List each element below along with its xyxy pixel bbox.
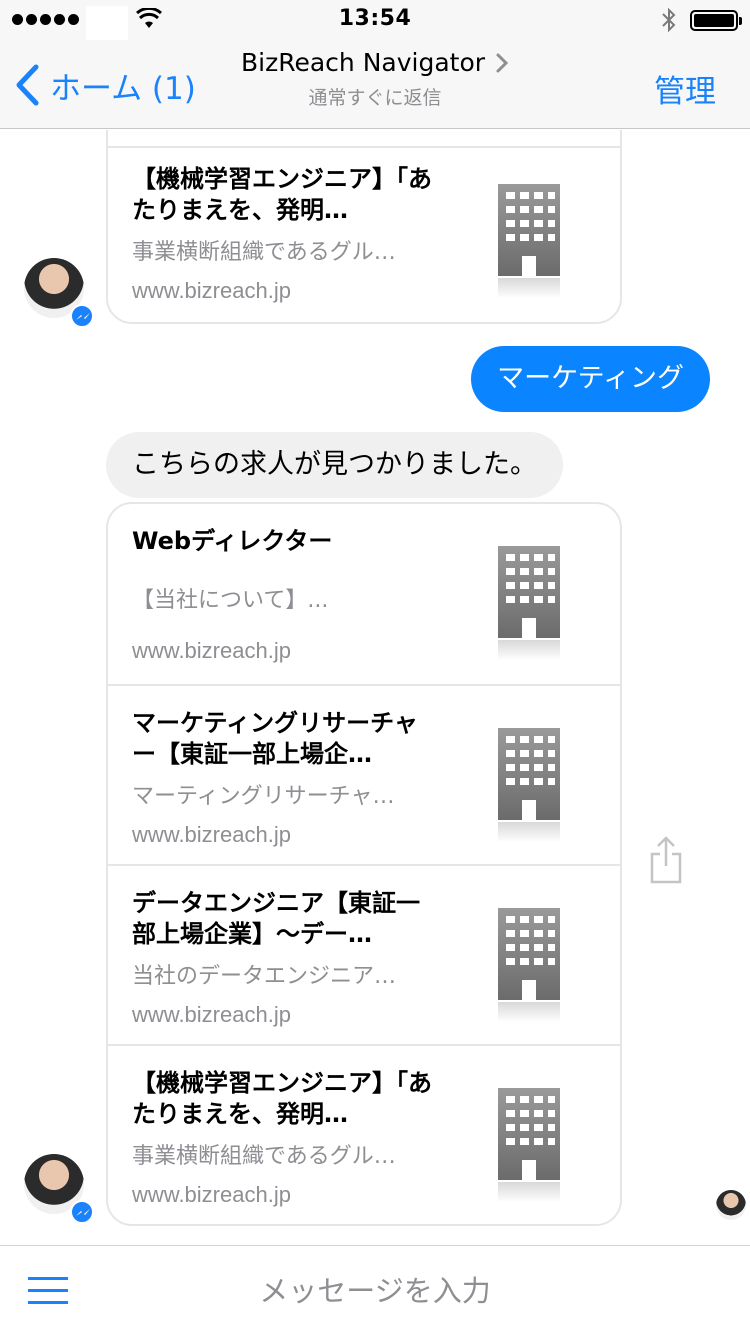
response-time-label: 通常すぐに返信	[308, 87, 442, 109]
job-card-description: 事業横断組織であるグル…	[132, 1144, 396, 1169]
status-time: 13:54	[338, 6, 412, 31]
conversation-title: BizReach Navigator	[240, 48, 486, 77]
message-composer	[0, 1245, 750, 1334]
job-card-description: 【当社について】...	[132, 588, 329, 613]
job-card-url: www.bizreach.jp	[132, 638, 291, 663]
building-icon	[498, 728, 560, 842]
job-card[interactable]: マーケティングリサーチャー【東証一部上場企… マーティングリサーチャ… www.…	[108, 684, 620, 864]
conversation-header[interactable]: BizReach Navigator 通常すぐに返信	[190, 48, 560, 110]
job-card[interactable]: Webディレクター 【当社について】... www.bizreach.jp	[108, 504, 620, 684]
job-card[interactable]: 【機械学習エンジニア】「あたりまえを、発明… 事業横断組織であるグル… www.…	[108, 1044, 620, 1224]
job-card-url: www.bizreach.jp	[132, 822, 291, 847]
hamburger-menu-icon[interactable]	[28, 1276, 68, 1306]
incoming-message-bubble[interactable]: こちらの求人が見つかりました。	[106, 432, 563, 498]
message-thread[interactable]: 【機械学習エンジニア】「あたりまえを、発明… 事業横断組織であるグル… www.…	[0, 130, 750, 1245]
share-icon[interactable]	[648, 836, 684, 884]
job-card-title: 【機械学習エンジニア】「あたりまえを、発明…	[132, 165, 432, 224]
job-card-list: Webディレクター 【当社について】... www.bizreach.jp マー…	[106, 502, 622, 1226]
job-card-url: www.bizreach.jp	[132, 1182, 291, 1207]
building-icon	[498, 546, 560, 660]
bluetooth-icon	[662, 7, 676, 33]
read-receipt-avatar	[716, 1190, 746, 1220]
job-card-description: マーティングリサーチャ…	[132, 784, 395, 809]
back-button-label: ホーム (1)	[50, 70, 196, 107]
chevron-right-icon	[496, 53, 509, 72]
job-card-title: マーケティングリサーチャー【東証一部上場企…	[132, 709, 418, 768]
job-card-list-previous: 【機械学習エンジニア】「あたりまえを、発明… 事業横断組織であるグル… www.…	[106, 130, 622, 324]
building-icon	[498, 908, 560, 1022]
building-icon	[498, 1088, 560, 1202]
building-icon	[498, 184, 560, 298]
job-card[interactable]: データエンジニア【東証一部上場企業】～デー… 当社のデータエンジニア… www.…	[108, 864, 620, 1044]
job-card-description: 事業横断組織であるグル…	[132, 240, 396, 265]
status-bar: 13:54	[0, 0, 750, 40]
battery-icon	[690, 10, 742, 31]
message-input[interactable]	[110, 1268, 640, 1314]
messenger-badge-icon	[70, 1200, 94, 1224]
chevron-left-icon	[16, 64, 39, 106]
manage-button[interactable]: 管理	[654, 66, 716, 111]
outgoing-message-bubble[interactable]: マーケティング	[471, 346, 710, 412]
job-card-title: データエンジニア【東証一部上場企業】～デー…	[132, 889, 420, 948]
navigation-bar: ホーム (1) BizReach Navigator 通常すぐに返信 管理	[0, 40, 750, 129]
job-card-url: www.bizreach.jp	[132, 1002, 291, 1027]
job-card[interactable]: 【機械学習エンジニア】「あたりまえを、発明… 事業横断組織であるグル… www.…	[108, 146, 620, 322]
messenger-badge-icon	[70, 304, 94, 328]
back-button[interactable]: ホーム (1)	[14, 62, 196, 108]
job-card-title: 【機械学習エンジニア】「あたりまえを、発明…	[132, 1069, 432, 1128]
job-card-title: Webディレクター	[132, 527, 333, 555]
job-card-url: www.bizreach.jp	[132, 278, 291, 303]
job-card-description: 当社のデータエンジニア…	[132, 964, 397, 989]
